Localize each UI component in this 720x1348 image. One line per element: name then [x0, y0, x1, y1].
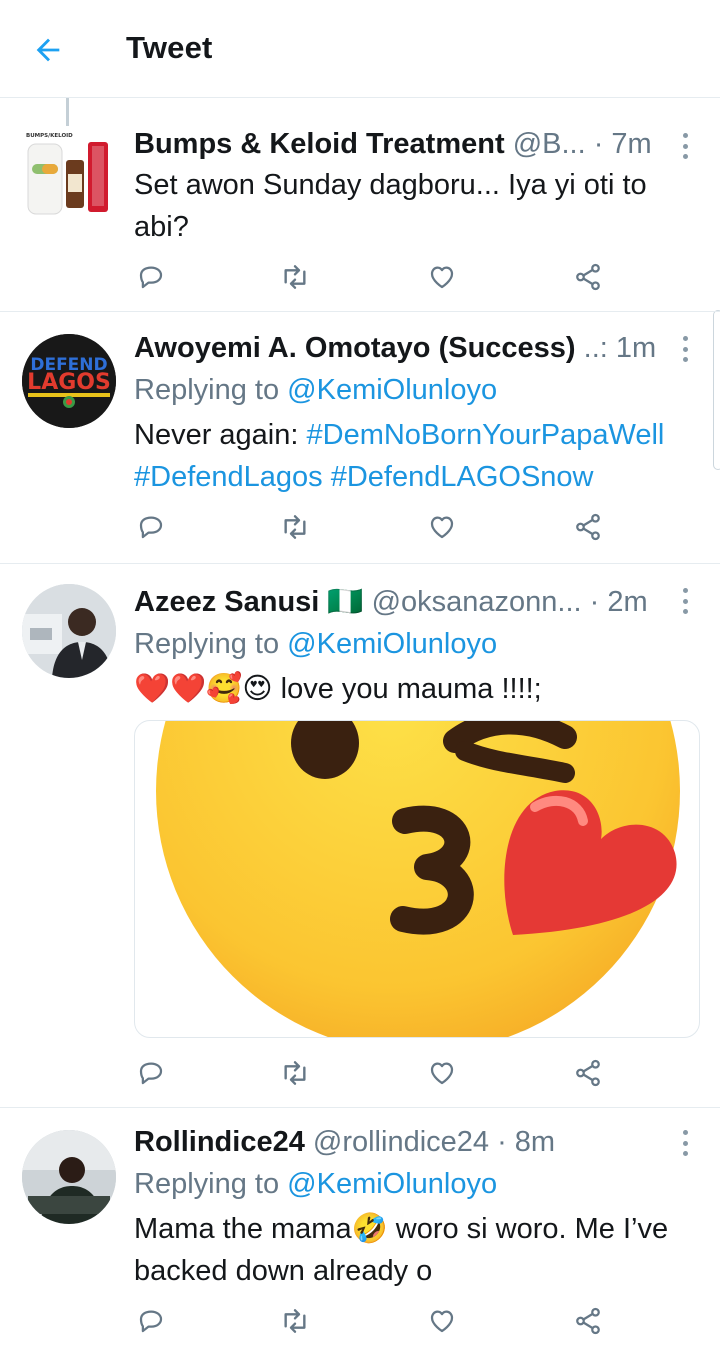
tweet-media-image[interactable] [134, 720, 700, 1038]
share-icon [576, 1307, 600, 1335]
share-icon [576, 513, 600, 541]
avatar-brand-text: BUMPS/KELOID [26, 133, 73, 139]
tweet-text: Set awon Sunday dagboru... Iya yi oti to… [134, 169, 647, 243]
tweet-actions [134, 1056, 614, 1090]
tweet-text-prefix: Never again: [134, 419, 307, 451]
avatar[interactable]: DEFEND LAGOS [22, 334, 116, 428]
arrow-left-icon [36, 38, 60, 62]
replying-to: Replying to @KemiOlunloyo [134, 624, 497, 664]
like-button[interactable] [425, 1056, 459, 1090]
reply-button[interactable] [134, 510, 168, 544]
hashtag-link[interactable]: #DemNoBornYourPapaWell [307, 419, 665, 451]
replying-label: Replying to [134, 374, 288, 406]
timestamp[interactable]: · 8m [497, 1126, 555, 1158]
retweet-button[interactable] [278, 260, 312, 294]
share-button[interactable] [571, 260, 605, 294]
share-button[interactable] [571, 1304, 605, 1338]
tweet-text-content: love you mauma !!!!; [280, 673, 542, 705]
reply-button[interactable] [134, 1056, 168, 1090]
user-photo-avatar [22, 1130, 116, 1224]
tweet-header: Rollindice24 @rollindice24 · 8m [134, 1122, 555, 1162]
reply-button[interactable] [134, 260, 168, 294]
hashtag-link[interactable]: #DefendLagos [134, 461, 323, 493]
emoji: 🤣 [351, 1213, 388, 1245]
more-icon[interactable] [676, 588, 694, 614]
back-button[interactable] [28, 30, 68, 70]
tweet[interactable]: BUMPS/KELOID Bumps & Keloid Treatment @B… [0, 98, 720, 312]
tweet-header: Awoyemi A. Omotayo (Success) ..: 1m [134, 328, 656, 368]
like-button[interactable] [425, 510, 459, 544]
tweet-text: Mama the mama🤣 woro si woro. Me I’ve bac… [134, 1208, 704, 1292]
tweet-actions [134, 510, 614, 544]
heart-icon [430, 1310, 454, 1333]
product-avatar-image: BUMPS/KELOID [22, 128, 116, 222]
tweet-actions [134, 260, 614, 294]
reply-icon [139, 1310, 163, 1333]
defend-lagos-avatar-image: DEFEND LAGOS [22, 334, 116, 428]
avatar[interactable] [22, 1130, 116, 1224]
avatar-text-line2: LAGOS [27, 370, 111, 395]
retweet-button[interactable] [278, 1056, 312, 1090]
username[interactable]: @rollindice24 [313, 1126, 489, 1158]
replying-to: Replying to @KemiOlunloyo [134, 370, 497, 410]
tweet[interactable]: DEFEND LAGOS Awoyemi A. Omotayo (Success… [0, 312, 720, 564]
kissing-face-emoji-icon [156, 721, 680, 1037]
emoji-sequence: ❤️❤️🥰😍 [134, 673, 273, 705]
share-button[interactable] [571, 1056, 605, 1090]
mention-link[interactable]: @KemiOlunloyo [287, 1168, 497, 1200]
top-bar: Tweet [0, 0, 720, 98]
timestamp[interactable]: · 7m [594, 128, 652, 160]
like-button[interactable] [425, 1304, 459, 1338]
reply-button[interactable] [134, 1304, 168, 1338]
display-name[interactable]: Azeez Sanusi [134, 586, 319, 618]
retweet-icon [284, 1309, 306, 1333]
display-name[interactable]: Bumps & Keloid Treatment [134, 128, 505, 160]
replying-to: Replying to @KemiOlunloyo [134, 1164, 497, 1204]
heart-icon [430, 516, 454, 539]
country-flag-icon: 🇳🇬 [327, 586, 364, 618]
user-photo-avatar [22, 584, 116, 678]
share-icon [576, 263, 600, 291]
retweet-button[interactable] [278, 1304, 312, 1338]
username[interactable]: ..: [584, 332, 608, 364]
tweet-header: Azeez Sanusi 🇳🇬 @oksanazonn... · 2m [134, 582, 648, 622]
replying-label: Replying to [134, 628, 288, 660]
retweet-button[interactable] [278, 510, 312, 544]
hashtag-link[interactable]: #DefendLAGOSnow [331, 461, 594, 493]
mention-link[interactable]: @KemiOlunloyo [287, 374, 497, 406]
retweet-icon [284, 265, 306, 289]
avatar[interactable]: BUMPS/KELOID [22, 128, 116, 222]
share-button[interactable] [571, 510, 605, 544]
heart-icon [430, 266, 454, 289]
more-icon[interactable] [676, 1130, 694, 1156]
username[interactable]: @oksanazonn... [372, 586, 582, 618]
tweet-header: Bumps & Keloid Treatment @B... · 7m [134, 124, 652, 164]
tweet-text: ❤️❤️🥰😍 love you mauma !!!!; [134, 668, 704, 710]
reply-icon [139, 1062, 163, 1085]
timestamp[interactable]: · 2m [590, 586, 648, 618]
reply-icon [139, 266, 163, 289]
avatar[interactable] [22, 584, 116, 678]
tweet-text: Never again: #DemNoBornYourPapaWell #Def… [134, 414, 704, 498]
tweet-actions [134, 1304, 614, 1338]
replying-label: Replying to [134, 1168, 288, 1200]
like-button[interactable] [425, 260, 459, 294]
reply-icon [139, 516, 163, 539]
display-name[interactable]: Rollindice24 [134, 1126, 305, 1158]
retweet-icon [284, 1061, 306, 1085]
username[interactable]: @B... [513, 128, 586, 160]
timestamp[interactable]: 1m [616, 332, 656, 364]
retweet-icon [284, 515, 306, 539]
page-title: Tweet [126, 30, 213, 65]
mention-link[interactable]: @KemiOlunloyo [287, 628, 497, 660]
more-icon[interactable] [676, 133, 694, 159]
more-icon[interactable] [676, 336, 694, 362]
share-icon [576, 1059, 600, 1087]
display-name[interactable]: Awoyemi A. Omotayo (Success) [134, 332, 576, 364]
tweet[interactable]: Rollindice24 @rollindice24 · 8m Replying… [0, 1108, 720, 1348]
tweet-text-a: Mama the mama [134, 1213, 352, 1245]
heart-icon [430, 1062, 454, 1085]
